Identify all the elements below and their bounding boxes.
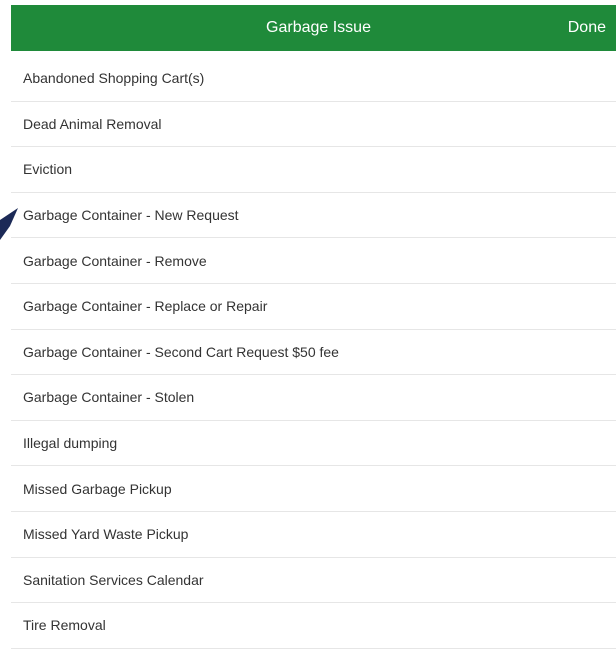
done-button[interactable]: Done xyxy=(564,5,610,51)
list-item-label: Tire Removal xyxy=(23,617,106,634)
list-item[interactable]: Tire Removal xyxy=(11,603,616,649)
list-item[interactable]: Sanitation Services Calendar xyxy=(11,558,616,604)
list-item-label: Garbage Container - New Request xyxy=(23,207,239,224)
list-item[interactable]: Garbage Container - Remove xyxy=(11,238,616,284)
list-item-label: Garbage Container - Remove xyxy=(23,252,207,269)
list-item-label: Garbage Container - Second Cart Request … xyxy=(23,343,339,360)
list-item[interactable]: Eviction xyxy=(11,147,616,193)
list-item-label: Missed Yard Waste Pickup xyxy=(23,526,189,543)
arrow-pointer-icon xyxy=(0,208,18,240)
list-item[interactable]: Garbage Container - Stolen xyxy=(11,375,616,421)
header-title: Garbage Issue xyxy=(266,19,371,36)
list-item[interactable]: Garbage Container - Second Cart Request … xyxy=(11,330,616,376)
header-bar: Garbage Issue Done xyxy=(11,5,616,51)
list-item-label: Garbage Container - Stolen xyxy=(23,389,195,406)
list-item[interactable]: Garbage Container - Replace or Repair xyxy=(11,284,616,330)
list-item[interactable]: Illegal dumping xyxy=(11,421,616,467)
picker-screen: Garbage Issue Done Abandoned Shopping Ca… xyxy=(0,0,616,662)
list-item[interactable]: Missed Garbage Pickup xyxy=(11,466,616,512)
list-item-label: Abandoned Shopping Cart(s) xyxy=(23,70,205,87)
list-item-label: Illegal dumping xyxy=(23,435,118,452)
list-item[interactable]: Missed Yard Waste Pickup xyxy=(11,512,616,558)
list-item[interactable]: Abandoned Shopping Cart(s) xyxy=(11,56,616,102)
list-item-label: Sanitation Services Calendar xyxy=(23,571,204,588)
garbage-issue-list: Abandoned Shopping Cart(s) Dead Animal R… xyxy=(11,56,616,649)
list-item-label: Garbage Container - Replace or Repair xyxy=(23,298,268,315)
list-item[interactable]: Dead Animal Removal xyxy=(11,102,616,148)
list-item-label: Dead Animal Removal xyxy=(23,115,162,132)
list-item[interactable]: Garbage Container - New Request xyxy=(11,193,616,239)
list-item-label: Missed Garbage Pickup xyxy=(23,480,172,497)
list-item-label: Eviction xyxy=(23,161,73,178)
